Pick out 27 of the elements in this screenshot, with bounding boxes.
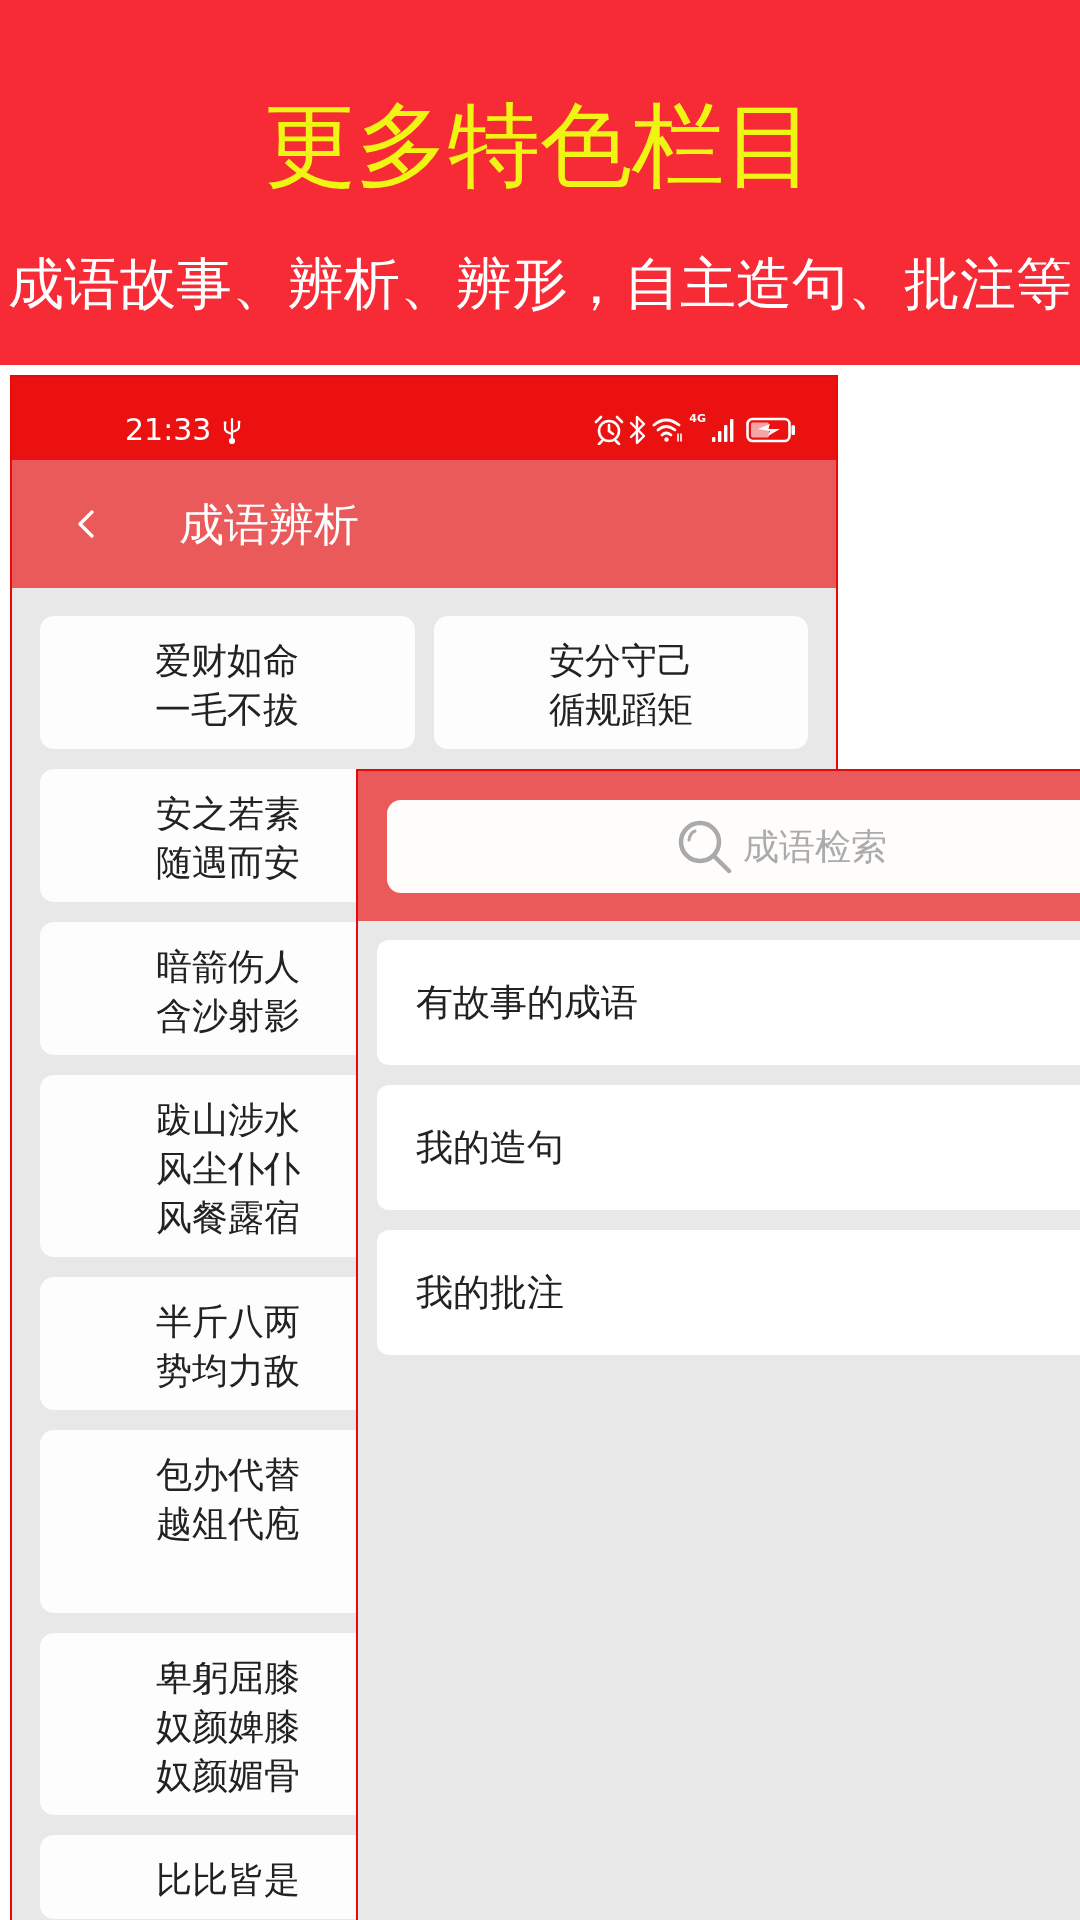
back-button[interactable]: [77, 509, 95, 539]
network-type: 4G: [689, 412, 706, 424]
menu-item[interactable]: 我的批注: [377, 1230, 1080, 1355]
banner-subtitle: 成语故事、辨析、辨形，自主造句、批注等: [8, 256, 1072, 312]
idiom-card[interactable]: 比比皆是: [40, 1835, 356, 1919]
idiom-card[interactable]: 爱财如命 一毛不拔: [40, 616, 415, 749]
search-icon: [677, 819, 732, 874]
screen-title: 成语辨析: [179, 501, 359, 547]
idiom-card[interactable]: 暗箭伤人 含沙射影: [40, 922, 356, 1055]
idiom-card[interactable]: 卑躬屈膝 奴颜婢膝 奴颜媚骨: [40, 1633, 356, 1815]
idiom-card[interactable]: 包办代替 越俎代庖: [40, 1430, 356, 1613]
alarm-clock-icon: [594, 414, 625, 445]
menu-item[interactable]: 有故事的成语: [377, 940, 1080, 1065]
battery-charging-icon: [746, 416, 796, 443]
search-field[interactable]: 成语检索: [387, 800, 1080, 893]
banner-title: 更多特色栏目: [264, 100, 816, 192]
signal-icon: [711, 416, 735, 443]
idiom-card[interactable]: 安分守己 循规蹈矩: [433, 616, 808, 749]
status-time: 21:33: [125, 414, 212, 445]
usb-icon: [223, 415, 242, 444]
idiom-card[interactable]: 跋山涉水 风尘仆仆 风餐露宿: [40, 1075, 356, 1257]
back-icon: [77, 509, 95, 539]
idiom-card[interactable]: 安之若素 随遇而安: [40, 769, 356, 902]
idiom-card[interactable]: 半斤八两 势均力敌: [40, 1277, 356, 1410]
bluetooth-icon: [629, 414, 648, 445]
wifi-icon: [652, 416, 685, 443]
menu-item[interactable]: 我的造句: [377, 1085, 1080, 1210]
